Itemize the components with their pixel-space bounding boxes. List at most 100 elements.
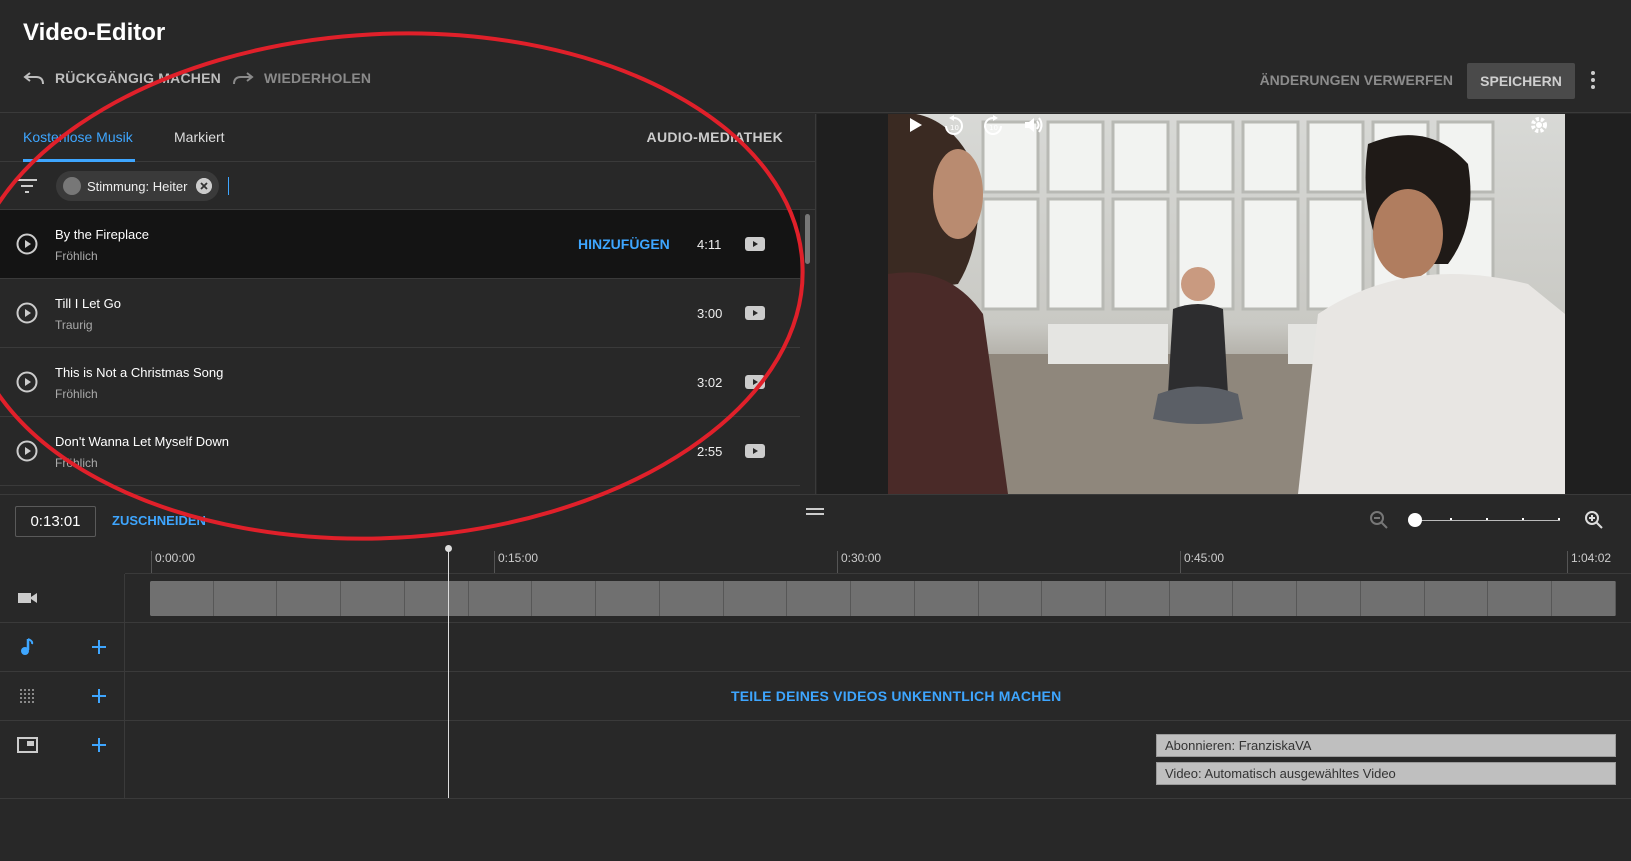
tab-free-music[interactable]: Kostenlose Musik [23, 129, 135, 162]
track-header [0, 623, 125, 671]
film-frame [404, 581, 469, 616]
youtube-icon[interactable] [745, 375, 765, 389]
video-filmstrip[interactable] [150, 581, 1616, 616]
tab-starred[interactable]: Markiert [174, 129, 225, 145]
current-time-field[interactable]: 0:13:01 [15, 506, 96, 537]
more-vert-icon[interactable] [1589, 70, 1597, 90]
video-frame[interactable]: 10 10 [888, 114, 1565, 494]
zoom-slider-thumb[interactable] [1408, 513, 1422, 527]
discard-changes-button[interactable]: ÄNDERUNGEN VERWERFEN [1260, 72, 1453, 88]
forward-10-icon[interactable]: 10 [982, 114, 1004, 136]
redo-button[interactable]: WIEDERHOLEN [232, 70, 371, 86]
rewind-10-icon[interactable]: 10 [943, 114, 965, 136]
redo-icon [233, 72, 254, 85]
film-frame [1106, 581, 1170, 616]
endscreen-icon [17, 737, 38, 753]
track-duration: 4:11 [697, 237, 722, 252]
list-item[interactable]: This is Not a Christmas Song Fröhlich 3:… [0, 348, 800, 417]
track-header [0, 721, 125, 798]
film-frame [914, 581, 979, 616]
video-preview: 10 10 [817, 114, 1631, 494]
play-icon[interactable] [904, 114, 926, 136]
track-duration: 2:55 [697, 444, 723, 459]
video-scene [888, 114, 1565, 494]
undo-icon [23, 72, 44, 85]
youtube-icon[interactable] [745, 444, 765, 458]
track-mood: Fröhlich [55, 387, 98, 401]
film-frame [532, 581, 597, 616]
film-frame [468, 581, 533, 616]
play-circle-icon[interactable] [16, 233, 38, 255]
filter-bar: Stimmung: Heiter [0, 162, 815, 210]
add-endscreen-icon[interactable] [89, 735, 109, 755]
filter-input-caret[interactable] [228, 177, 229, 195]
page-title: Video-Editor [23, 19, 166, 46]
add-blur-icon[interactable] [89, 686, 109, 706]
youtube-icon[interactable] [745, 237, 765, 251]
play-circle-icon[interactable] [16, 440, 38, 462]
ruler-tick: 0:15:00 [493, 551, 539, 573]
audio-track [0, 623, 1631, 672]
youtube-icon[interactable] [745, 306, 765, 320]
scrollbar-thumb[interactable] [805, 214, 810, 264]
add-track-button[interactable]: HINZUFÜGEN [578, 236, 670, 252]
track-duration: 3:00 [697, 306, 723, 321]
music-note-icon [21, 638, 34, 655]
film-frame [341, 581, 405, 616]
zoom-out-icon[interactable] [1369, 510, 1389, 530]
save-button[interactable]: SPEICHERN [1467, 63, 1575, 99]
time-ruler[interactable]: 0:00:00 0:15:00 0:30:00 0:45:00 1:04:02 [125, 543, 1631, 574]
drag-handle-icon[interactable] [806, 508, 824, 516]
track-mood: Fröhlich [55, 249, 98, 263]
film-frame [596, 581, 660, 616]
film-frame [1488, 581, 1553, 616]
filter-icon[interactable] [17, 179, 37, 193]
volume-icon[interactable] [1022, 114, 1044, 136]
zoom-step [1522, 518, 1524, 520]
film-frame [1042, 581, 1107, 616]
zoom-step [1450, 518, 1452, 520]
close-icon[interactable] [196, 178, 212, 194]
ruler-tick: 1:04:02 [1566, 551, 1612, 573]
video-camera-icon [18, 593, 37, 603]
ruler-tick: 0:45:00 [1179, 551, 1225, 573]
list-item[interactable]: Till I Let Go Traurig 3:00 [0, 279, 800, 348]
playhead[interactable] [448, 549, 449, 798]
film-frame [277, 581, 342, 616]
film-frame [1297, 581, 1361, 616]
audio-library-link[interactable]: AUDIO-MEDIATHEK [647, 129, 783, 145]
timeline-panel: 0:13:01 ZUSCHNEIDEN 0:00:00 0:15:00 0:30… [0, 494, 1631, 861]
film-frame [213, 581, 278, 616]
endscreen-element[interactable]: Video: Automatisch ausgewähltes Video [1156, 762, 1616, 785]
blur-video-link[interactable]: TEILE DEINES VIDEOS UNKENNTLICH MACHEN [731, 688, 1061, 704]
zoom-slider[interactable] [1414, 518, 1560, 521]
undo-button[interactable]: RÜCKGÄNGIG MACHEN [23, 70, 221, 86]
trim-button[interactable]: ZUSCHNEIDEN [112, 513, 206, 528]
add-audio-icon[interactable] [89, 637, 109, 657]
timeline-tracks: TEILE DEINES VIDEOS UNKENNTLICH MACHEN A… [0, 574, 1631, 799]
endscreen-element[interactable]: Abonnieren: FranziskaVA [1156, 734, 1616, 757]
film-frame [1169, 581, 1234, 616]
track-title: Till I Let Go [55, 296, 121, 311]
list-item[interactable]: By the Fireplace Fröhlich HINZUFÜGEN 4:1… [0, 210, 800, 279]
audio-panel: Kostenlose Musik Markiert AUDIO-MEDIATHE… [0, 114, 816, 494]
track-title: By the Fireplace [55, 227, 149, 242]
track-title: This is Not a Christmas Song [55, 365, 224, 380]
gear-icon[interactable] [1528, 114, 1550, 136]
play-circle-icon[interactable] [16, 371, 38, 393]
film-frame [1552, 581, 1616, 616]
play-circle-icon[interactable] [16, 302, 38, 324]
filter-chip[interactable]: Stimmung: Heiter [56, 171, 219, 201]
film-frame [723, 581, 788, 616]
list-item[interactable]: Don't Wanna Let Myself Down Fröhlich 2:5… [0, 417, 800, 486]
track-header [0, 574, 125, 622]
undo-label: RÜCKGÄNGIG MACHEN [55, 70, 221, 86]
track-mood: Fröhlich [55, 456, 98, 470]
redo-label: WIEDERHOLEN [264, 70, 372, 86]
mood-icon [63, 177, 81, 195]
track-header [0, 672, 125, 720]
zoom-in-icon[interactable] [1584, 510, 1604, 530]
blur-track: TEILE DEINES VIDEOS UNKENNTLICH MACHEN [0, 672, 1631, 721]
blur-icon [20, 689, 34, 703]
ruler-tick: 0:30:00 [836, 551, 882, 573]
